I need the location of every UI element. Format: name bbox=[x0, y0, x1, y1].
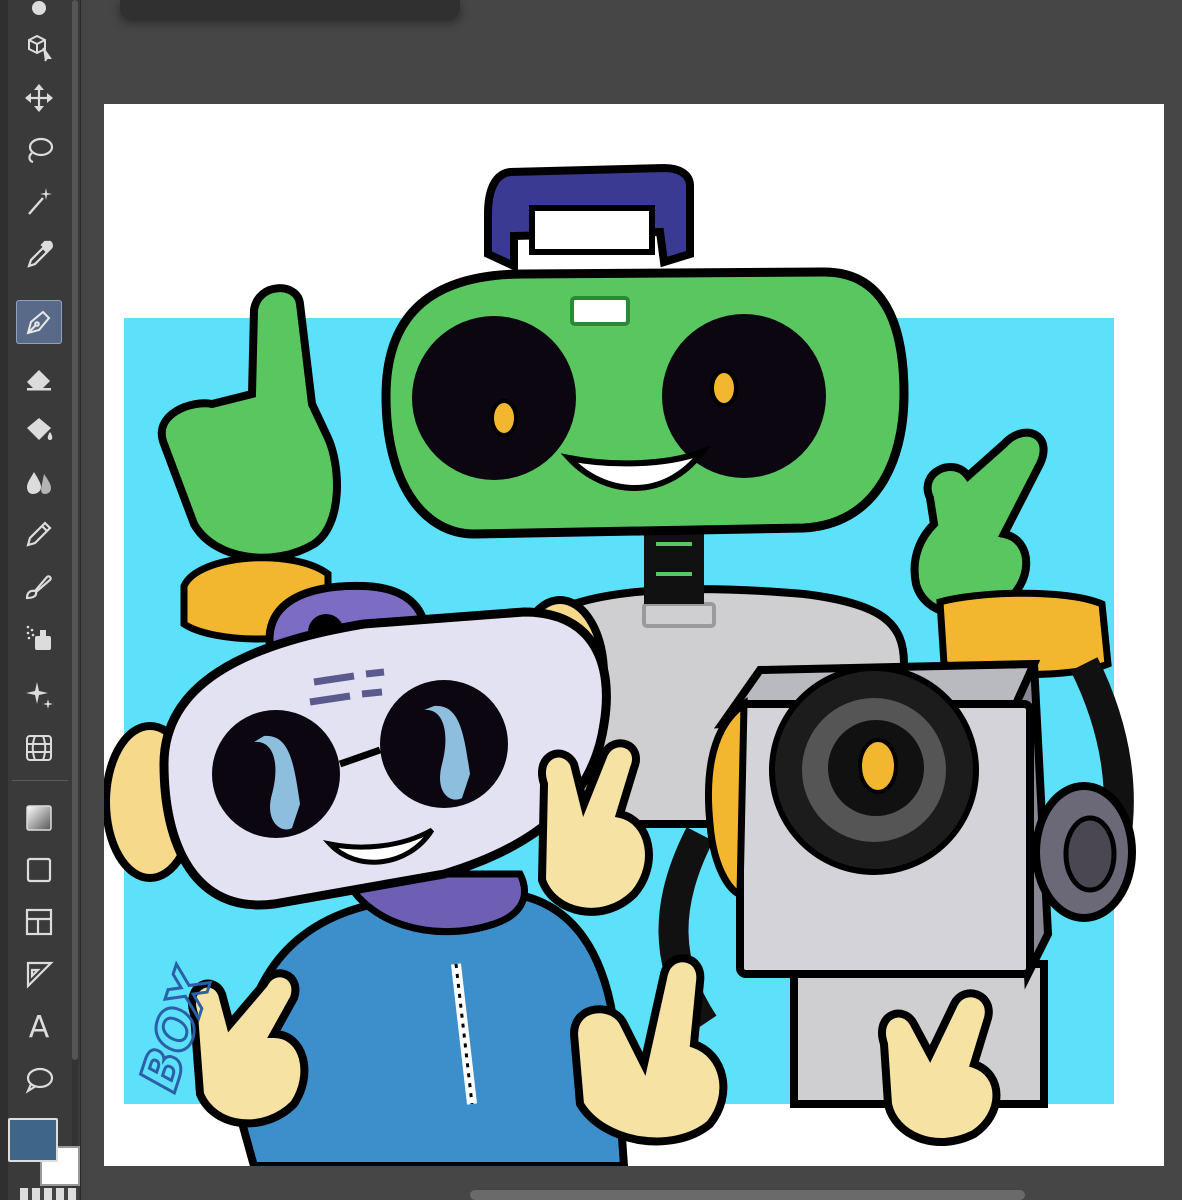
paint-bucket-icon bbox=[27, 418, 53, 440]
transparent-color-swatch[interactable] bbox=[20, 1188, 78, 1200]
brush-icon bbox=[25, 575, 52, 600]
toolbar-divider bbox=[12, 780, 68, 781]
palette-edge bbox=[0, 0, 8, 1200]
canvas-horizontal-scrollbar[interactable] bbox=[470, 1190, 1025, 1200]
handle-opening bbox=[529, 205, 655, 255]
lasso-tool[interactable] bbox=[16, 128, 62, 172]
lasso-icon bbox=[28, 137, 54, 164]
tool-palette: A bbox=[0, 0, 81, 1200]
speech-balloon-icon bbox=[25, 1067, 54, 1094]
airbrush-icon bbox=[26, 625, 51, 650]
floating-menu-popup bbox=[120, 0, 460, 18]
right-speaker-eye bbox=[662, 314, 826, 478]
left-pupil bbox=[490, 399, 518, 437]
boombox-display bbox=[570, 296, 630, 326]
brush-tool[interactable] bbox=[16, 564, 62, 608]
move-tool[interactable] bbox=[16, 76, 62, 120]
balloon-tool[interactable] bbox=[16, 1058, 62, 1102]
right-pupil bbox=[710, 369, 738, 407]
camera-pupil bbox=[858, 738, 898, 794]
ruler-tool[interactable] bbox=[16, 952, 62, 996]
object-select-icon bbox=[28, 34, 52, 62]
main-color-swatch[interactable] bbox=[8, 1118, 58, 1162]
object-select-tool[interactable] bbox=[16, 24, 62, 68]
water-drops-icon bbox=[27, 472, 51, 494]
decoration-tool[interactable] bbox=[16, 672, 62, 716]
toolbar-scrollbar-thumb[interactable] bbox=[72, 0, 78, 1060]
boombox-neck bbox=[644, 524, 704, 604]
gradient-tool[interactable] bbox=[16, 796, 62, 840]
frame-border-icon bbox=[25, 908, 53, 936]
blend-tool[interactable] bbox=[16, 460, 62, 504]
rock-hand-center bbox=[537, 739, 653, 916]
eraser-icon bbox=[27, 370, 51, 391]
gradient-icon bbox=[26, 805, 52, 831]
cursor-icon bbox=[32, 1, 46, 15]
mesh-transform-tool[interactable] bbox=[16, 726, 62, 770]
figure-tool[interactable] bbox=[16, 848, 62, 892]
move-arrows-icon bbox=[25, 84, 53, 112]
text-icon: A bbox=[28, 1010, 50, 1045]
fill-tool[interactable] bbox=[16, 408, 62, 452]
airbrush-tool[interactable] bbox=[16, 616, 62, 660]
left-speaker-eye bbox=[412, 316, 576, 480]
pencil-tool[interactable] bbox=[16, 512, 62, 556]
ruler-triangle-icon bbox=[26, 961, 54, 989]
eyedropper-icon bbox=[27, 240, 53, 268]
magic-wand-tool[interactable] bbox=[16, 180, 62, 224]
magic-wand-icon bbox=[28, 188, 52, 215]
drawing-canvas[interactable]: BOX bbox=[104, 104, 1164, 1166]
eyedropper-tool[interactable] bbox=[16, 232, 62, 276]
frame-tool[interactable] bbox=[16, 900, 62, 944]
grid-sphere-icon bbox=[26, 735, 52, 761]
pen-tool[interactable] bbox=[16, 300, 62, 344]
rectangle-icon bbox=[26, 857, 52, 883]
pencil-icon bbox=[26, 521, 52, 547]
eraser-tool[interactable] bbox=[16, 356, 62, 400]
pen-nib-icon bbox=[26, 310, 51, 335]
text-tool[interactable]: A bbox=[16, 1006, 62, 1050]
sparkle-icon bbox=[26, 682, 53, 709]
ear-speaker-center bbox=[1063, 815, 1117, 893]
artwork-illustration: BOX bbox=[104, 163, 1136, 1166]
